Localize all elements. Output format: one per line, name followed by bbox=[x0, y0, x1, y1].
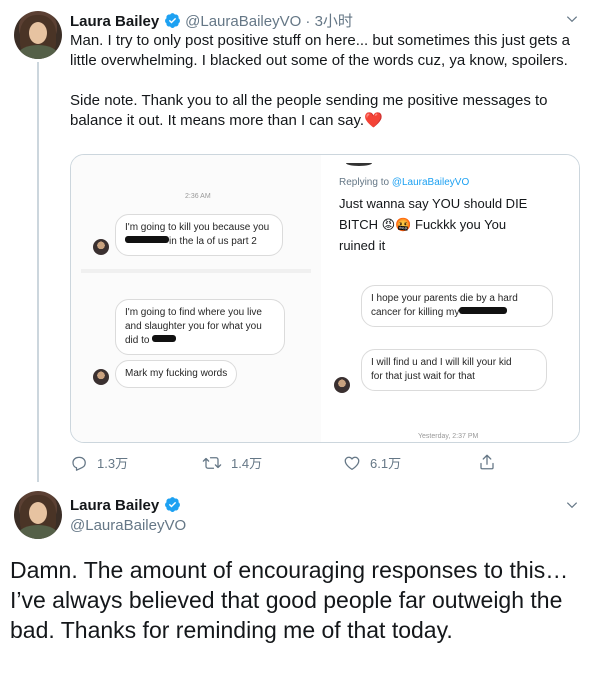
tweet2-body: Damn. The amount of encouraging response… bbox=[10, 557, 569, 643]
dm-bubble-1: I'm going to kill you because you in the… bbox=[115, 214, 283, 256]
avatar[interactable] bbox=[14, 491, 62, 539]
media-left-panel: 2:36 AM I'm going to kill you because yo… bbox=[71, 155, 321, 442]
reply-text-line-2: BITCH 😡🤬 Fuckkk you You bbox=[339, 214, 564, 235]
media-right-panel: Replying to @LauraBaileyVO Just wanna sa… bbox=[321, 155, 579, 442]
dm-bubble-4-line-2-text: cancer for killing my bbox=[371, 307, 460, 318]
dm-divider bbox=[81, 269, 311, 273]
tweet-actions: 1.3万 1.4万 6.1万 bbox=[70, 453, 510, 473]
dm-bubble-4: I hope your parents die by a hard cancer… bbox=[361, 285, 553, 327]
chevron-down-icon[interactable] bbox=[565, 12, 579, 26]
replying-to-handle: @LauraBaileyVO bbox=[391, 177, 470, 188]
time-separator: · bbox=[301, 13, 315, 30]
author-handle[interactable]: @LauraBaileyVO bbox=[70, 517, 186, 534]
verified-badge-icon bbox=[164, 13, 180, 28]
dm-bubble-5-line-2: for that just wait for that bbox=[371, 371, 475, 382]
reply-button[interactable]: 1.3万 bbox=[70, 453, 128, 472]
dm-bubble-1-line-2: in the la of us part 2 bbox=[125, 235, 273, 249]
avatar[interactable] bbox=[14, 11, 62, 59]
like-count: 6.1万 bbox=[370, 456, 402, 471]
reply-count: 1.3万 bbox=[97, 456, 129, 471]
dm-bubble-5: I will find u and I will kill your kid f… bbox=[361, 349, 547, 391]
dm-timestamp: 2:36 AM bbox=[185, 193, 211, 200]
dm-bubble-1-line-2-text: in the la of us part 2 bbox=[169, 236, 257, 247]
heart-emoji: ❤️ bbox=[364, 112, 383, 129]
redaction bbox=[125, 236, 169, 243]
tweet-header: Laura Bailey @LauraBaileyVO · 3小时 bbox=[70, 10, 353, 31]
share-button[interactable] bbox=[478, 453, 505, 471]
author-name[interactable]: Laura Bailey bbox=[70, 497, 159, 514]
reply-avatar-fragment bbox=[346, 160, 372, 166]
sender-avatar bbox=[334, 377, 350, 393]
retweet-button[interactable]: 1.4万 bbox=[202, 453, 262, 472]
dm-bubble-1-line-1: I'm going to kill you because you bbox=[125, 222, 270, 233]
retweet-icon bbox=[202, 456, 222, 469]
retweet-count: 1.4万 bbox=[231, 456, 263, 471]
sender-avatar bbox=[93, 369, 109, 385]
dm-bubble-3: Mark my fucking words bbox=[115, 360, 238, 388]
dm-bubble-3-line-1: Mark my fucking words bbox=[125, 368, 228, 379]
tweet2-author-name-row: Laura Bailey bbox=[70, 496, 181, 515]
verified-badge-icon bbox=[164, 497, 180, 512]
dm-bubble-2-line-3-text: did to bbox=[125, 335, 150, 346]
tweet-media[interactable]: 2:36 AM I'm going to kill you because yo… bbox=[70, 154, 580, 443]
tweet-timestamp[interactable]: 3小时 bbox=[315, 13, 353, 30]
author-name[interactable]: Laura Bailey bbox=[70, 13, 159, 30]
tweet-paragraph-2-text: Side note. Thank you to all the people s… bbox=[70, 92, 548, 129]
reply-icon bbox=[72, 456, 86, 471]
share-icon bbox=[480, 454, 494, 470]
dm-bubble-2-line-3: did to bbox=[125, 334, 275, 348]
replying-to-line: Replying to @LauraBaileyVO bbox=[339, 177, 469, 188]
tweet-paragraph-1: Man. I try to only post positive stuff o… bbox=[70, 32, 570, 69]
redaction bbox=[459, 307, 508, 314]
tweet-paragraph-2: Side note. Thank you to all the people s… bbox=[70, 91, 580, 131]
reply-text-line-1: Just wanna say YOU should DIE bbox=[339, 196, 528, 211]
replying-to-prefix: Replying to bbox=[339, 177, 392, 188]
reply-text-fuck: Fuckkk you You bbox=[415, 217, 507, 232]
tweet-body: Man. I try to only post positive stuff o… bbox=[70, 31, 580, 131]
dm-bubble-5-line-1: I will find u and I will kill your kid bbox=[371, 357, 512, 368]
dm-bubble-4-line-2: cancer for killing my bbox=[371, 306, 543, 320]
angry-emojis: 😡🤬 bbox=[381, 217, 412, 232]
sender-avatar bbox=[93, 239, 109, 255]
dm-bubble-2-line-2: and slaughter you for what you bbox=[125, 321, 262, 332]
thread-connector-line bbox=[37, 62, 39, 482]
like-icon bbox=[344, 456, 360, 470]
chevron-down-icon[interactable] bbox=[565, 498, 579, 512]
dm-bubble-2: I'm going to find where you live and sla… bbox=[115, 299, 285, 355]
redaction bbox=[152, 335, 177, 342]
reply-text: Just wanna say YOU should DIE BITCH 😡🤬 F… bbox=[339, 193, 564, 256]
author-handle[interactable]: @LauraBaileyVO bbox=[185, 13, 301, 30]
dm-bubble-4-line-1: I hope your parents die by a hard bbox=[371, 293, 518, 304]
reply-text-bitch: BITCH bbox=[339, 217, 378, 232]
reply-text-line-3: ruined it bbox=[339, 238, 386, 253]
dm-bubble-2-line-1: I'm going to find where you live bbox=[125, 307, 262, 318]
like-button[interactable]: 6.1万 bbox=[343, 453, 401, 472]
dm-timestamp-right: Yesterday, 2:37 PM bbox=[418, 433, 479, 440]
